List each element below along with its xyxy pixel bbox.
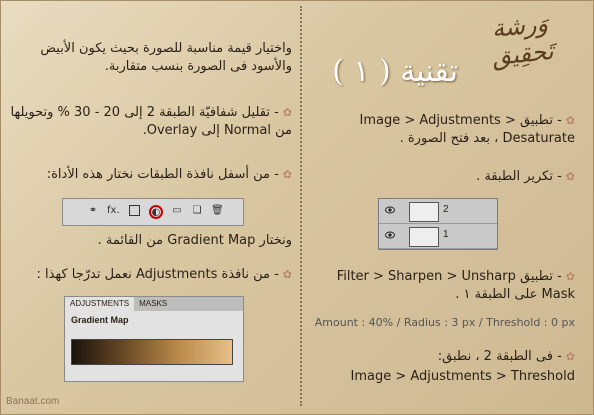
layer-thumbnail [409, 202, 439, 222]
layer-name: 1 [443, 229, 449, 240]
watermark: Banaat.com [6, 396, 60, 407]
flower-icon: ✿ [282, 168, 292, 181]
left-step-5: ✿- تقليل شفافيّة الطبقة 2 إلى 20 - 30 % … [10, 105, 292, 138]
layers-toolbar: ⚭ fx. ◐ ▭ ❏ 🗑 [62, 198, 244, 226]
right-step-3: ✿- تطبيق Filter > Sharpen > Unsharp Mask… [336, 269, 575, 302]
sharpen-values: Amount : 40% / Radius : 3 px / Threshold… [314, 316, 575, 329]
trash-icon[interactable]: 🗑 [211, 205, 224, 217]
flower-icon: ✿ [565, 270, 575, 283]
layers-panel: 2 1 [378, 198, 498, 250]
right-step-4: ✿- فى الطبقة 2 ، نطبق: [437, 349, 575, 364]
gradient-preview[interactable] [71, 339, 233, 365]
logo: وَرشة تَحقِيق [490, 9, 555, 72]
divider [300, 6, 302, 406]
right-step-2: ✿- تكرير الطبقة . [476, 169, 575, 184]
page-title: تقنية ( ١ ) [332, 54, 458, 89]
new-layer-icon[interactable]: ❏ [191, 205, 203, 217]
eye-icon[interactable] [385, 205, 395, 215]
tab-adjustments[interactable]: ADJUSTMENTS [65, 297, 135, 311]
flower-icon: ✿ [565, 170, 575, 183]
left-step-6b: ونختار Gradient Map من القائمة . [97, 233, 292, 248]
flower-icon: ✿ [565, 350, 575, 363]
layer-thumbnail [409, 227, 439, 247]
flower-icon: ✿ [565, 114, 575, 127]
layer-name: 2 [443, 204, 449, 215]
eye-icon[interactable] [385, 230, 395, 240]
adjustments-tabs: ADJUSTMENTS MASKS [65, 297, 243, 311]
adjustments-panel: ADJUSTMENTS MASKS Gradient Map [64, 296, 244, 382]
folder-icon[interactable]: ▭ [171, 205, 183, 217]
panel-title: Gradient Map [71, 315, 129, 325]
fx-icon[interactable]: fx. [107, 205, 120, 217]
layer-row[interactable]: 2 [379, 199, 497, 224]
adjustment-layer-icon[interactable]: ◐ [149, 205, 163, 219]
link-icon[interactable]: ⚭ [87, 205, 99, 217]
right-step-1: ✿- تطبيق Image > Adjustments > Desaturat… [359, 113, 575, 146]
left-intro: واختيار قيمة مناسبة للصورة بحيث يكون الأ… [40, 41, 292, 74]
layer-row[interactable]: 1 [379, 224, 497, 249]
tab-masks[interactable]: MASKS [134, 297, 172, 311]
flower-icon: ✿ [282, 268, 292, 281]
flower-icon: ✿ [282, 106, 292, 119]
left-step-6: ✿- من أسفل نافذة الطبقات نختار هذه الأدا… [46, 167, 292, 182]
threshold-path: Image > Adjustments > Threshold [350, 369, 575, 384]
left-step-7: ✿- من نافذة Adjustments نعمل تدرّجا كهذا… [36, 267, 292, 282]
mask-icon[interactable] [129, 205, 140, 216]
